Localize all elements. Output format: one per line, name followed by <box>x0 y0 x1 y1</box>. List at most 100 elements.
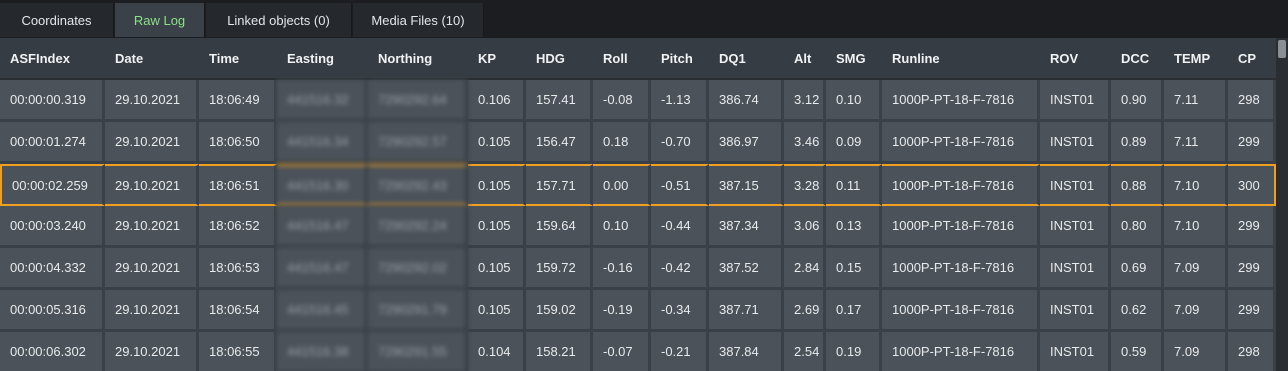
cell-roll: -0.16 <box>593 248 651 290</box>
cell-pitch: -0.21 <box>651 332 709 371</box>
cell-roll: -0.19 <box>593 290 651 332</box>
cell-cp: 299 <box>1228 122 1276 164</box>
column-header-kp[interactable]: KP <box>468 38 526 80</box>
cell-easting: 441516.47 <box>277 206 368 248</box>
cell-dcc: 0.80 <box>1111 206 1164 248</box>
cell-dq1: 386.74 <box>709 80 784 122</box>
cell-dcc: 0.62 <box>1111 290 1164 332</box>
cell-alt: 3.12 <box>784 80 826 122</box>
cell-dcc: 0.59 <box>1111 332 1164 371</box>
cell-cp: 299 <box>1228 206 1276 248</box>
cell-pitch: -0.42 <box>651 248 709 290</box>
cell-runline: 1000P-PT-18-F-7816 <box>882 290 1040 332</box>
cell-rov: INST01 <box>1040 80 1111 122</box>
cell-smg: 0.15 <box>826 248 882 290</box>
cell-hdg: 158.21 <box>526 332 593 371</box>
column-header-rov[interactable]: ROV <box>1040 38 1111 80</box>
cell-runline: 1000P-PT-18-F-7816 <box>882 122 1040 164</box>
cell-roll: -0.07 <box>593 332 651 371</box>
cell-rov: INST01 <box>1040 248 1111 290</box>
table-row[interactable]: 00:00:05.316 29.10.2021 18:06:54 441516.45 7… <box>0 290 1276 332</box>
table-row[interactable]: 00:00:06.302 29.10.2021 18:06:55 441516.38 7… <box>0 332 1276 371</box>
column-header-dq1[interactable]: DQ1 <box>709 38 784 80</box>
cell-pitch: -0.34 <box>651 290 709 332</box>
cell-easting: 441516.45 <box>277 290 368 332</box>
cell-cp: 299 <box>1228 290 1276 332</box>
table-row[interactable]: 00:00:02.259 29.10.2021 18:06:51 441516.30 7… <box>0 164 1276 206</box>
cell-pitch: -0.44 <box>651 206 709 248</box>
column-header-alt[interactable]: Alt <box>784 38 826 80</box>
column-header-time[interactable]: Time <box>199 38 277 80</box>
column-header-cp[interactable]: CP <box>1228 38 1276 80</box>
cell-asfindex: 00:00:03.240 <box>0 206 105 248</box>
cell-temp: 7.10 <box>1164 206 1228 248</box>
cell-cp: 298 <box>1228 80 1276 122</box>
cell-dq1: 387.15 <box>709 164 784 206</box>
cell-cp: 300 <box>1228 164 1276 206</box>
cell-time: 18:06:55 <box>199 332 277 371</box>
scrollbar-thumb[interactable] <box>1278 40 1286 58</box>
grid-body: 00:00:00.319 29.10.2021 18:06:49 441516.32 7… <box>0 80 1276 371</box>
tab-raw-log[interactable]: Raw Log <box>115 3 205 37</box>
table-row[interactable]: 00:00:04.332 29.10.2021 18:06:53 441516.47 7… <box>0 248 1276 290</box>
tab-linked-objects[interactable]: Linked objects (0) <box>206 3 352 37</box>
cell-kp: 0.105 <box>468 248 526 290</box>
cell-dq1: 387.34 <box>709 206 784 248</box>
column-header-dcc[interactable]: DCC <box>1111 38 1164 80</box>
cell-alt: 3.46 <box>784 122 826 164</box>
cell-asfindex: 00:00:02.259 <box>0 164 105 206</box>
column-header-northing[interactable]: Northing <box>368 38 468 80</box>
cell-rov: INST01 <box>1040 164 1111 206</box>
column-header-date[interactable]: Date <box>105 38 199 80</box>
cell-time: 18:06:54 <box>199 290 277 332</box>
cell-dq1: 387.52 <box>709 248 784 290</box>
cell-hdg: 157.41 <box>526 80 593 122</box>
cell-date: 29.10.2021 <box>105 206 199 248</box>
cell-temp: 7.11 <box>1164 80 1228 122</box>
cell-runline: 1000P-PT-18-F-7816 <box>882 248 1040 290</box>
cell-alt: 3.28 <box>784 164 826 206</box>
table-row[interactable]: 00:00:01.274 29.10.2021 18:06:50 441516.34 7… <box>0 122 1276 164</box>
tab-coordinates[interactable]: Coordinates <box>0 3 114 37</box>
cell-easting: 441516.32 <box>277 80 368 122</box>
column-header-hdg[interactable]: HDG <box>526 38 593 80</box>
cell-kp: 0.105 <box>468 164 526 206</box>
column-header-smg[interactable]: SMG <box>826 38 882 80</box>
column-header-runline[interactable]: Runline <box>882 38 1040 80</box>
cell-time: 18:06:50 <box>199 122 277 164</box>
cell-asfindex: 00:00:00.319 <box>0 80 105 122</box>
cell-runline: 1000P-PT-18-F-7816 <box>882 164 1040 206</box>
cell-smg: 0.10 <box>826 80 882 122</box>
column-header-roll[interactable]: Roll <box>593 38 651 80</box>
cell-northing: 7290291.79 <box>368 290 468 332</box>
cell-pitch: -0.70 <box>651 122 709 164</box>
cell-northing: 7290292.43 <box>368 164 468 206</box>
cell-hdg: 159.02 <box>526 290 593 332</box>
column-header-temp[interactable]: TEMP <box>1164 38 1228 80</box>
cell-runline: 1000P-PT-18-F-7816 <box>882 332 1040 371</box>
cell-time: 18:06:51 <box>199 164 277 206</box>
cell-rov: INST01 <box>1040 122 1111 164</box>
cell-rov: INST01 <box>1040 332 1111 371</box>
cell-date: 29.10.2021 <box>105 122 199 164</box>
cell-alt: 3.06 <box>784 206 826 248</box>
cell-roll: 0.18 <box>593 122 651 164</box>
cell-dq1: 387.71 <box>709 290 784 332</box>
table-row[interactable]: 00:00:00.319 29.10.2021 18:06:49 441516.32 7… <box>0 80 1276 122</box>
cell-temp: 7.09 <box>1164 290 1228 332</box>
column-header-asfindex[interactable]: ASFIndex <box>0 38 105 80</box>
cell-kp: 0.105 <box>468 290 526 332</box>
table-row[interactable]: 00:00:03.240 29.10.2021 18:06:52 441516.47 7… <box>0 206 1276 248</box>
cell-time: 18:06:53 <box>199 248 277 290</box>
cell-northing: 7290292.64 <box>368 80 468 122</box>
tab-media-files[interactable]: Media Files (10) <box>353 3 484 37</box>
cell-hdg: 159.64 <box>526 206 593 248</box>
cell-roll: -0.08 <box>593 80 651 122</box>
cell-hdg: 159.72 <box>526 248 593 290</box>
column-header-easting[interactable]: Easting <box>277 38 368 80</box>
cell-rov: INST01 <box>1040 290 1111 332</box>
column-header-pitch[interactable]: Pitch <box>651 38 709 80</box>
cell-asfindex: 00:00:05.316 <box>0 290 105 332</box>
cell-hdg: 157.71 <box>526 164 593 206</box>
vertical-scrollbar[interactable] <box>1276 38 1288 371</box>
